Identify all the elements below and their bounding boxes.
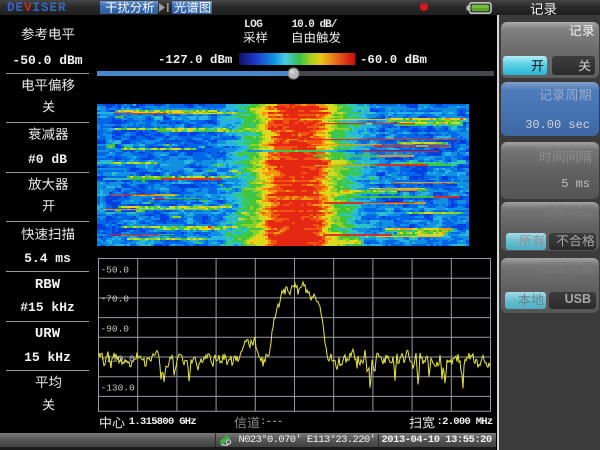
- svg-text:-130.0: -130.0: [101, 383, 136, 394]
- svg-text:-50.0: -50.0: [101, 265, 130, 276]
- svg-text:-110.0: -110.0: [101, 354, 136, 365]
- svg-text:-90.0: -90.0: [101, 324, 130, 335]
- svg-text:-70.0: -70.0: [101, 294, 130, 305]
